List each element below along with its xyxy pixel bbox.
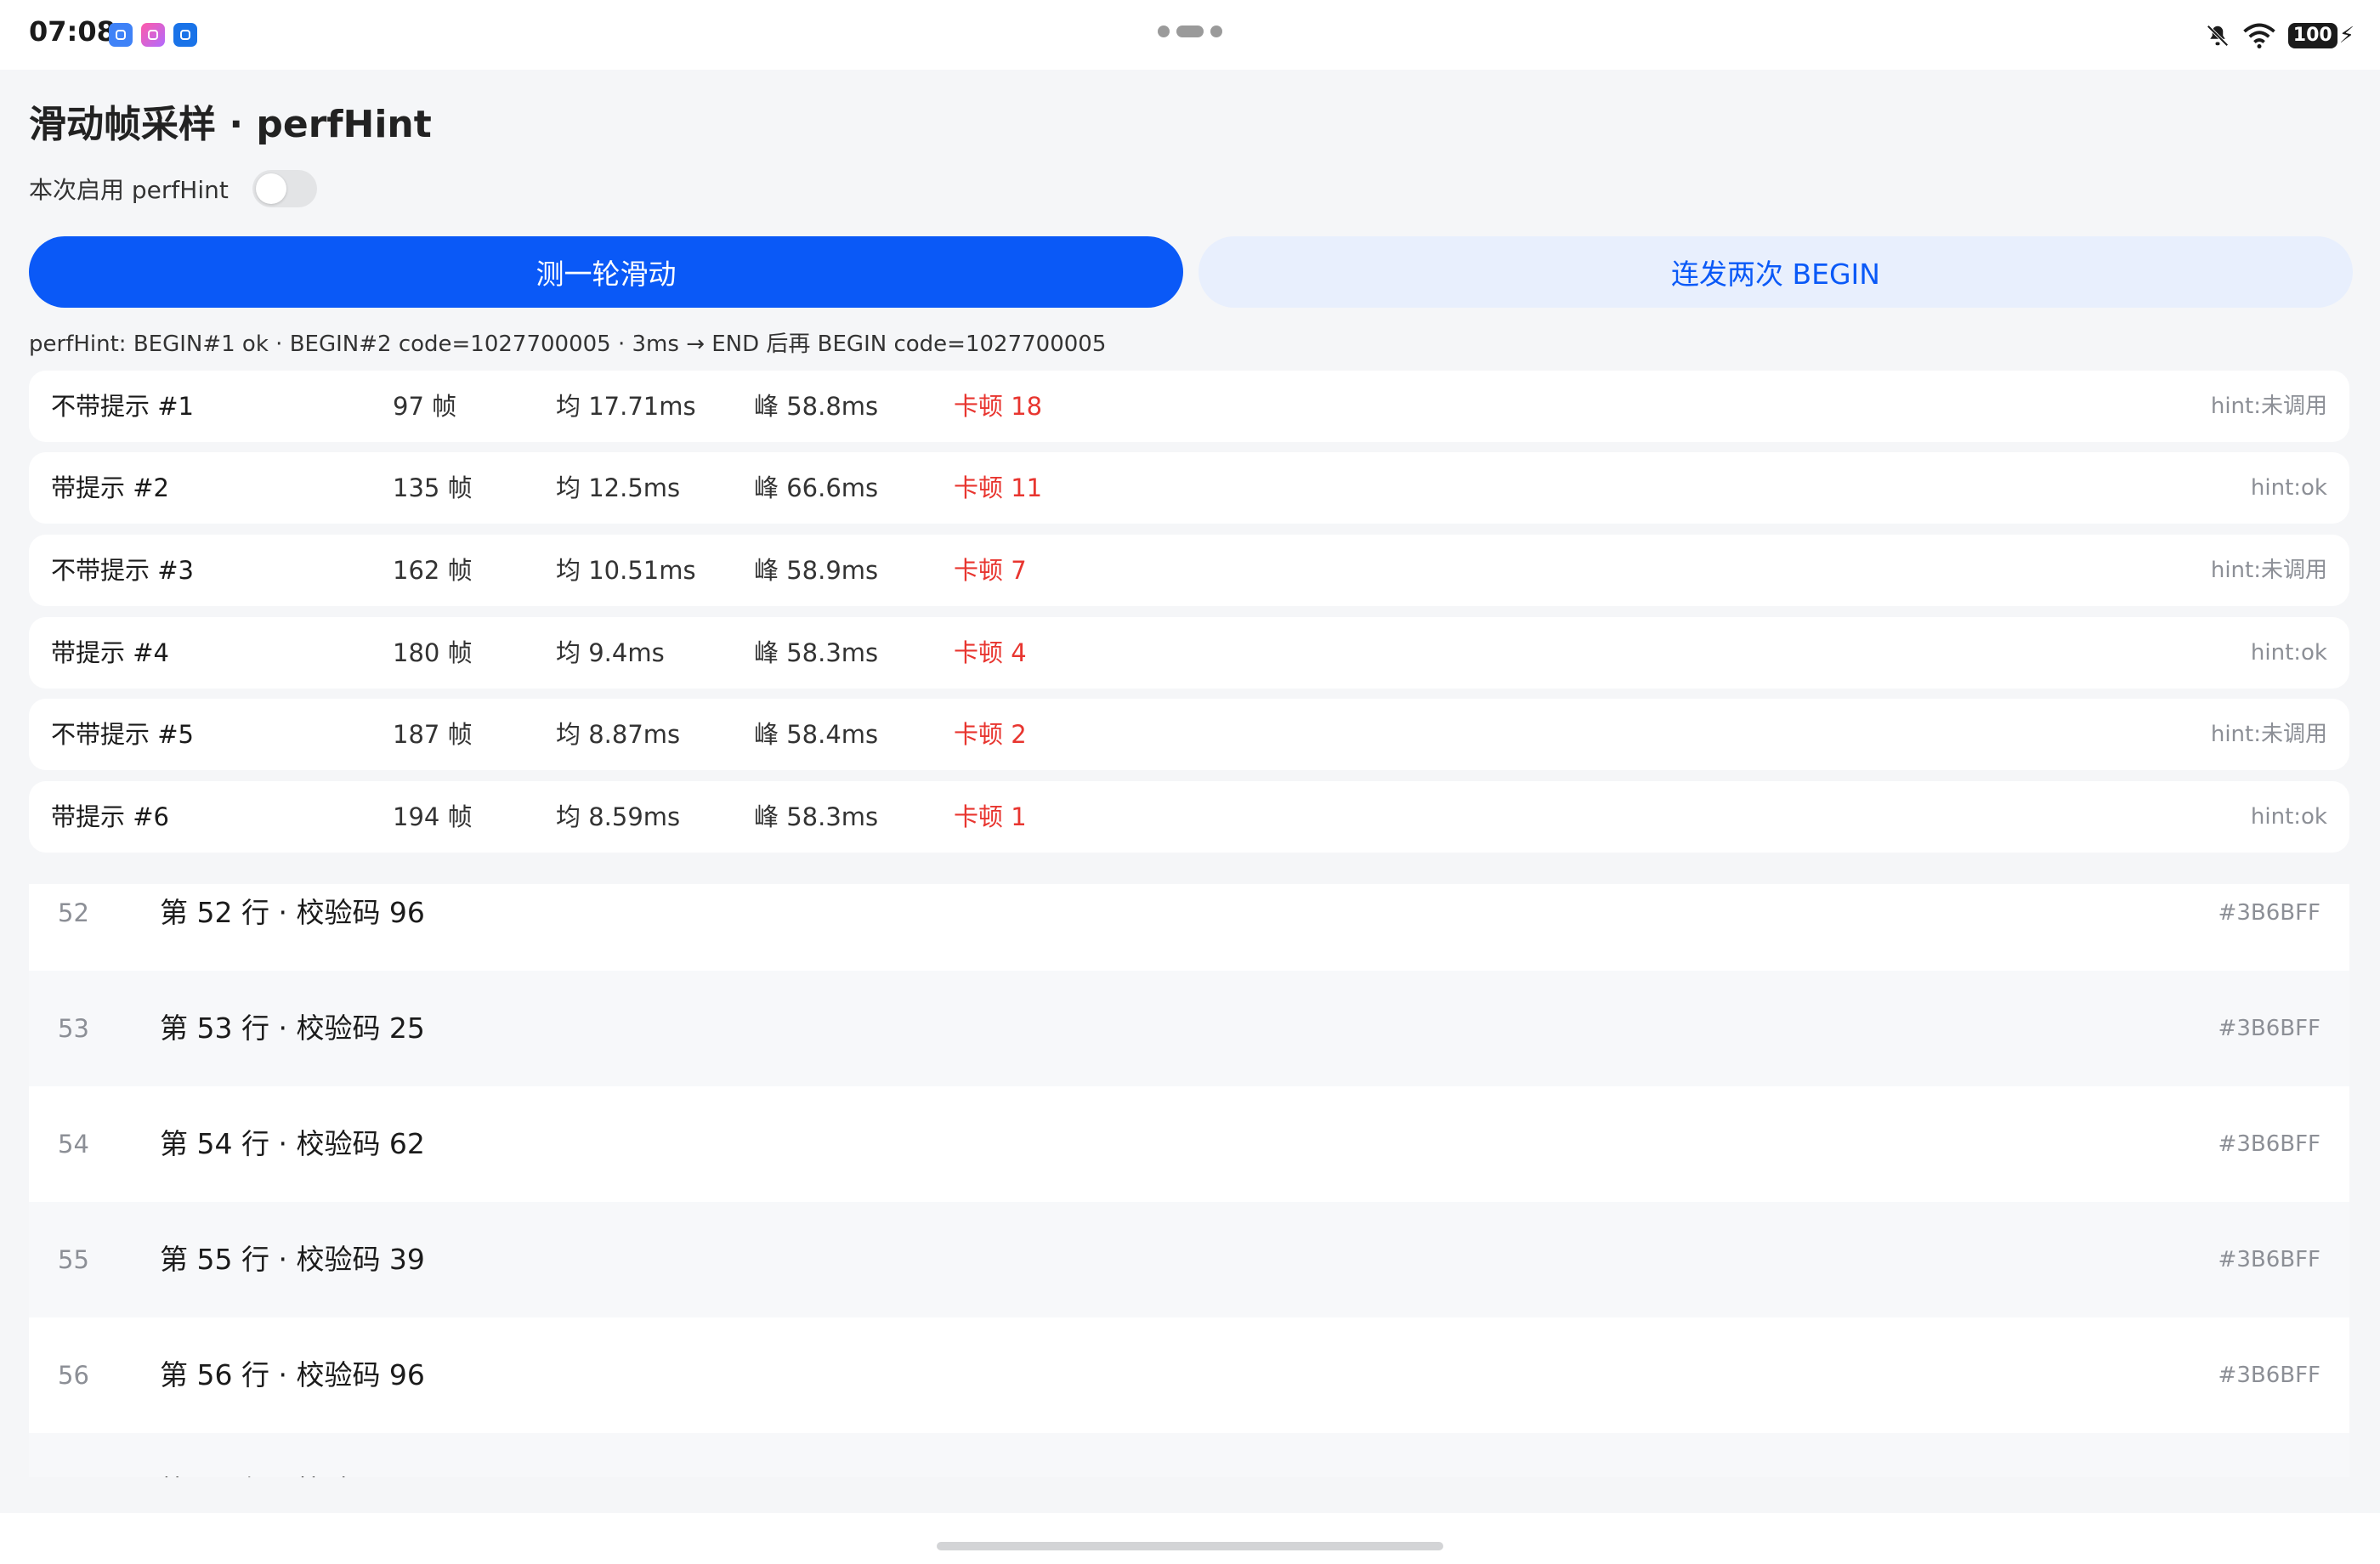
result-row: 带提示 #4 180 帧 均 9.4ms 峰 58.3ms 卡顿 4 hint:ok [29,617,2349,688]
perfhint-status-text: perfHint: BEGIN#1 ok · BEGIN#2 code=1027… [29,332,1107,357]
list-item-number: 53 [58,1014,89,1043]
result-peak: 峰 58.4ms [754,720,879,749]
result-name: 带提示 #4 [51,638,169,667]
list-item[interactable]: 54 第 54 行 · 校验码 62 #3B6BFF [29,1086,2349,1202]
list-item-color: #3B6BFF [2218,1363,2320,1388]
perfhint-toggle-switch[interactable] [252,170,317,207]
result-frames: 187 帧 [393,720,473,749]
perfhint-toggle-row: 本次启用 perfHint [29,168,317,209]
mute-bell-icon [2207,25,2229,47]
list-item-number: 52 [58,898,89,927]
result-hint-status: hint:未调用 [2210,394,2327,419]
usb-app-icon [109,23,133,47]
result-hint-status: hint:ok [2250,475,2327,501]
result-frames: 135 帧 [393,473,473,502]
result-row: 带提示 #2 135 帧 均 12.5ms 峰 66.6ms 卡顿 11 hint:ok [29,452,2349,524]
list-item-text: 第 57 行 · 校验码 65 [160,1433,425,1477]
list-item-text: 第 53 行 · 校验码 25 [160,1012,425,1045]
list-item-color: #3B6BFF [2218,1433,2320,1477]
result-hint-status: hint:ok [2250,804,2327,830]
list-item[interactable]: 52 第 52 行 · 校验码 96 #3B6BFF [29,884,2349,971]
perfhint-toggle-label: 本次启用 perfHint [29,176,229,204]
list-item-color: #3B6BFF [2218,1131,2320,1157]
list-item[interactable]: 57 第 57 行 · 校验码 65 #3B6BFF [29,1433,2349,1477]
result-frames: 194 帧 [393,802,473,831]
result-average: 均 10.51ms [556,556,696,585]
battery-level: 100 [2287,23,2338,48]
app-content: 滑动帧采样 · perfHint 本次启用 perfHint 测一轮滑动 连发两… [0,70,2380,1513]
result-jank: 卡顿 7 [954,556,1027,585]
measure-scroll-button[interactable]: 测一轮滑动 [29,236,1183,308]
list-item[interactable]: 56 第 56 行 · 校验码 96 #3B6BFF [29,1318,2349,1433]
result-jank: 卡顿 4 [954,638,1027,667]
list-item-number: 55 [58,1245,89,1274]
result-hint-status: hint:未调用 [2210,558,2327,583]
list-item-number: 54 [58,1130,89,1159]
result-peak: 峰 58.3ms [754,802,879,831]
multi-window-handle[interactable] [1158,22,1229,37]
result-average: 均 8.87ms [556,720,681,749]
double-begin-button[interactable]: 连发两次 BEGIN [1198,236,2353,308]
result-name: 不带提示 #5 [51,720,194,749]
page-title: 滑动帧采样 · perfHint [29,103,432,146]
result-row: 不带提示 #1 97 帧 均 17.71ms 峰 58.8ms 卡顿 18 hint:未调… [29,371,2349,442]
list-item-text: 第 52 行 · 校验码 96 [160,896,425,929]
list-item[interactable]: 53 第 53 行 · 校验码 25 #3B6BFF [29,971,2349,1086]
result-row: 不带提示 #5 187 帧 均 8.87ms 峰 58.4ms 卡顿 2 hint:未调用 [29,699,2349,770]
result-jank: 卡顿 18 [954,392,1043,421]
result-frames: 180 帧 [393,638,473,667]
home-indicator[interactable] [937,1542,1443,1550]
result-name: 不带提示 #3 [51,556,194,585]
gallery-app-icon [141,23,165,47]
result-peak: 峰 58.3ms [754,638,879,667]
wifi-icon [2243,23,2275,48]
result-hint-status: hint:ok [2250,640,2327,666]
status-time: 07:08 [29,15,116,48]
result-jank: 卡顿 11 [954,473,1043,502]
result-jank: 卡顿 1 [954,802,1027,831]
result-peak: 峰 58.8ms [754,392,879,421]
list-item-text: 第 55 行 · 校验码 39 [160,1243,425,1276]
list-item-color: #3B6BFF [2218,1016,2320,1041]
list-item-color: #3B6BFF [2218,1247,2320,1272]
list-item-text: 第 56 行 · 校验码 96 [160,1358,425,1391]
result-peak: 峰 58.9ms [754,556,879,585]
list-item-color: #3B6BFF [2218,900,2320,926]
result-name: 带提示 #6 [51,802,169,831]
result-average: 均 12.5ms [556,473,681,502]
list-item-text: 第 54 行 · 校验码 62 [160,1127,425,1160]
battery-icon: 100 ⚡ [2287,23,2354,48]
result-name: 不带提示 #1 [51,392,194,421]
result-frames: 162 帧 [393,556,473,585]
security-app-icon [173,23,197,47]
scroll-list[interactable]: 52 第 52 行 · 校验码 96 #3B6BFF 53 第 53 行 · 校验码 2… [29,884,2349,1477]
result-frames: 97 帧 [393,392,457,421]
result-hint-status: hint:未调用 [2210,722,2327,747]
result-row: 不带提示 #3 162 帧 均 10.51ms 峰 58.9ms 卡顿 7 hint:未调… [29,535,2349,606]
result-name: 带提示 #2 [51,473,169,502]
result-peak: 峰 66.6ms [754,473,879,502]
result-average: 均 17.71ms [556,392,696,421]
result-row: 带提示 #6 194 帧 均 8.59ms 峰 58.3ms 卡顿 1 hint:ok [29,781,2349,853]
list-item[interactable]: 55 第 55 行 · 校验码 39 #3B6BFF [29,1202,2349,1318]
charging-icon: ⚡ [2338,23,2354,48]
list-item-number: 57 [58,1433,89,1477]
result-jank: 卡顿 2 [954,720,1027,749]
toggle-knob [255,173,286,204]
navigation-bar [0,1513,2380,1564]
result-average: 均 9.4ms [556,638,665,667]
status-bar: 07:08 100 ⚡ [0,0,2380,70]
result-average: 均 8.59ms [556,802,681,831]
list-item-number: 56 [58,1361,89,1390]
